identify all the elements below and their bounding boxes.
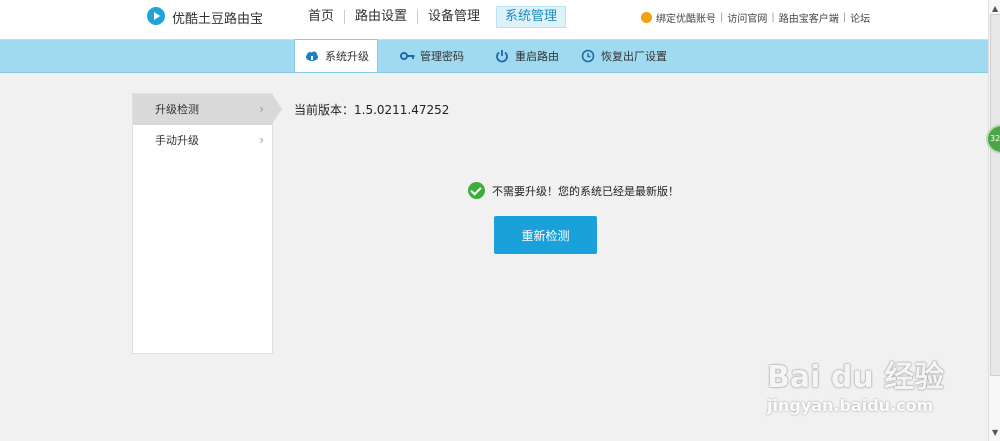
baidu-watermark-logo: Bai du 经验 (767, 360, 945, 395)
tab-admin-password[interactable]: 管理密码 (400, 40, 464, 72)
nav-router-settings[interactable]: 路由设置 (345, 6, 417, 28)
nav-home[interactable]: 首页 (298, 6, 344, 28)
youku-logo-icon (147, 7, 165, 25)
link-divider: | (771, 12, 775, 23)
sidebar-item-label: 升级检测 (155, 103, 199, 116)
link-forum[interactable]: 论坛 (850, 10, 870, 25)
link-bind-youku[interactable]: 绑定优酷账号 (656, 10, 716, 25)
link-official-site[interactable]: 访问官网 (727, 10, 767, 25)
tab-factory-reset[interactable]: 恢复出厂设置 (581, 40, 667, 72)
restore-icon (581, 49, 595, 63)
sidebar-item-upgrade-check[interactable]: 升级检测 › (133, 94, 282, 125)
sidebar-item-manual-upgrade[interactable]: 手动升级 › (133, 125, 272, 156)
tab-system-upgrade[interactable]: 系统升级 (294, 39, 378, 72)
main-nav: 首页 路由设置 设备管理 系统管理 (298, 6, 567, 28)
sidebar-item-label: 手动升级 (155, 134, 199, 147)
sub-nav-bar: 系统升级 管理密码 重启路由 恢复出厂设置 (0, 39, 988, 73)
chevron-right-icon: › (259, 102, 264, 116)
baidu-watermark-url: jingyan.baidu.com (767, 396, 934, 415)
chevron-right-icon: › (259, 133, 264, 147)
scroll-up-arrow-icon[interactable]: ▲ (992, 4, 998, 13)
power-icon (495, 49, 509, 63)
sidebar: 升级检测 › 手动升级 › (132, 93, 282, 354)
vertical-scrollbar[interactable]: ▲ ▼ (988, 0, 1000, 441)
nav-system-management[interactable]: 系统管理 (496, 6, 567, 28)
cloud-upgrade-icon (305, 49, 319, 63)
youku-coin-icon (641, 12, 652, 23)
brand-title: 优酷土豆路由宝 (172, 12, 264, 27)
tab-label: 管理密码 (420, 50, 464, 63)
check-circle-icon (468, 182, 485, 199)
nav-device-management[interactable]: 设备管理 (418, 6, 490, 28)
status-text: 不需要升级！您的系统已经是最新版！ (492, 184, 679, 198)
tab-reboot-router[interactable]: 重启路由 (495, 40, 559, 72)
top-links: 绑定优酷账号 | 访问官网 | 路由宝客户端 | 论坛 (641, 10, 870, 25)
link-divider: | (720, 12, 724, 23)
tab-label: 系统升级 (325, 50, 369, 63)
key-icon (400, 49, 415, 63)
scroll-down-arrow-icon[interactable]: ▼ (992, 428, 998, 437)
upgrade-status: 不需要升级！您的系统已经是最新版！ (468, 182, 679, 199)
scrollbar-thumb[interactable] (990, 14, 1000, 376)
tab-label: 恢复出厂设置 (601, 50, 667, 63)
recheck-button[interactable]: 重新检测 (494, 216, 597, 254)
current-version: 当前版本：1.5.0211.47252 (294, 103, 450, 117)
link-client[interactable]: 路由宝客户端 (779, 10, 839, 25)
top-header: 优酷土豆路由宝 首页 路由设置 设备管理 系统管理 绑定优酷账号 | 访问官网 … (0, 0, 988, 40)
tab-label: 重启路由 (515, 50, 559, 63)
link-divider: | (842, 12, 847, 23)
